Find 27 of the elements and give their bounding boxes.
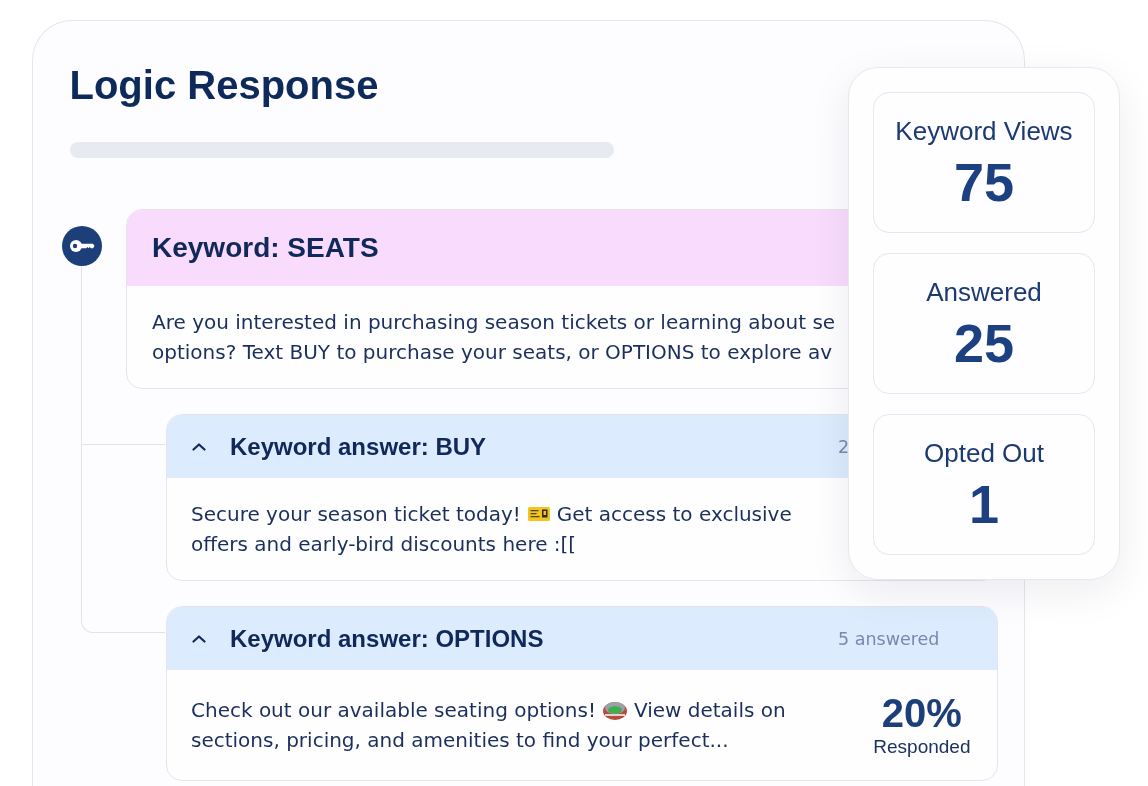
answered-count: 5 answered — [838, 628, 940, 649]
answer-title: Keyword answer: BUY — [230, 432, 487, 461]
message-text: offers and early-bird discounts here :[[ — [191, 531, 577, 558]
message-text: Secure your season ticket today! — [191, 501, 521, 528]
stat-value: 25 — [953, 313, 1015, 372]
answered-count: 2 — [838, 436, 850, 457]
caret-up-icon[interactable] — [192, 442, 206, 451]
stat-value: 75 — [953, 152, 1015, 211]
stadium-icon — [602, 700, 627, 720]
keyword-title: Keyword: SEATS — [152, 232, 379, 264]
answer-title: Keyword answer: OPTIONS — [230, 624, 544, 653]
caret-up-icon[interactable] — [192, 634, 206, 643]
stat-label: Keyword Views — [895, 114, 1073, 147]
message-text: Are you interested in purchasing season tickets or learning about se — [152, 309, 836, 336]
response-rate: 20% — [881, 691, 962, 735]
key-icon — [61, 226, 102, 266]
stat-label: Answered — [926, 275, 1042, 308]
message-text: options? Text BUY to purchase your seats, or OPTIONS to explore av — [152, 339, 832, 366]
stat-label: Opted Out — [924, 436, 1044, 469]
ticket-icon — [527, 507, 550, 521]
message-text: Get access to exclusive — [556, 501, 792, 528]
response-label: Responded — [873, 735, 971, 759]
message-text: View details on — [633, 697, 786, 724]
message-text: Check out our available seating options! — [191, 697, 596, 724]
stat-value: 1 — [968, 474, 999, 533]
page-title: Logic Response — [69, 62, 379, 109]
message-text: sections, pricing, and amenities to find your perfect... — [191, 727, 729, 754]
